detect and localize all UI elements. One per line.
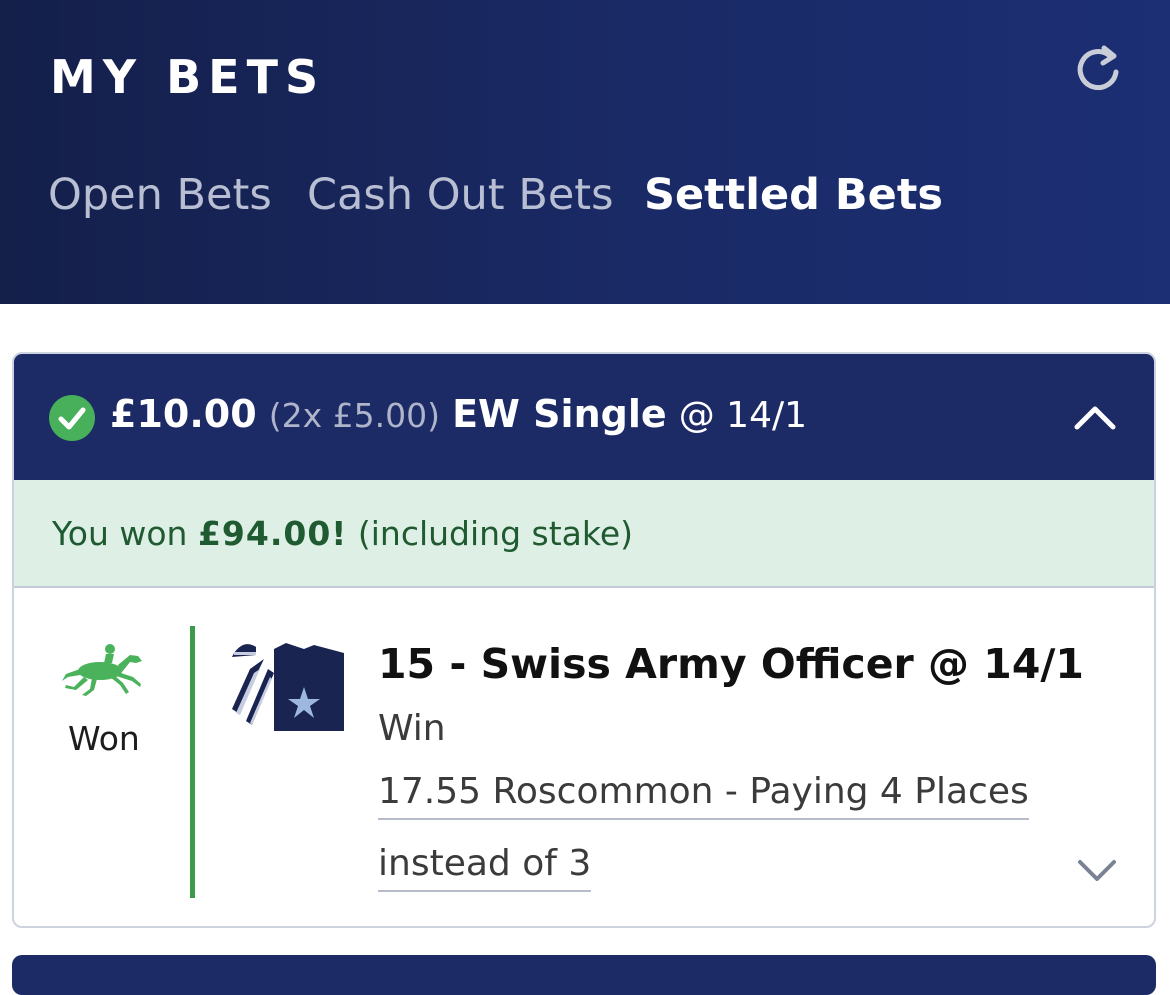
selection-name: 15 - Swiss Army Officer @ 14/1 xyxy=(378,640,1084,688)
bet-type: EW Single xyxy=(452,392,667,436)
won-amount: £94.00! xyxy=(197,514,348,553)
check-circle-icon xyxy=(49,395,95,441)
bet-card-header[interactable]: £10.00 (2x £5.00) EW Single @ 14/1 xyxy=(14,354,1154,480)
racehorse-icon xyxy=(62,644,142,696)
bet-odds: @ 14/1 xyxy=(678,395,808,436)
page-title: MY BETS xyxy=(50,50,326,104)
jockey-silks-icon xyxy=(232,643,344,731)
event-link-line-1[interactable]: 17.55 Roscommon - Paying 4 Places xyxy=(378,770,1029,820)
stake-amount: £10.00 xyxy=(110,392,257,436)
chevron-up-icon[interactable] xyxy=(1072,402,1118,432)
bet-card: £10.00 (2x £5.00) EW Single @ 14/1 You w… xyxy=(12,352,1156,928)
result-label: Won xyxy=(68,719,140,758)
stake-split: (2x £5.00) xyxy=(268,396,440,435)
tab-settled-bets[interactable]: Settled Bets xyxy=(644,170,943,220)
bet-summary: £10.00 (2x £5.00) EW Single @ 14/1 xyxy=(110,392,807,436)
refresh-icon[interactable] xyxy=(1070,42,1126,98)
market-name: Win xyxy=(378,708,446,749)
tab-cash-out-bets[interactable]: Cash Out Bets xyxy=(307,170,614,220)
winnings-text: You won £94.00! (including stake) xyxy=(52,514,633,553)
header: MY BETS Open Bets Cash Out Bets Settled … xyxy=(0,0,1170,304)
chevron-down-icon[interactable] xyxy=(1076,856,1118,884)
won-suffix: (including stake) xyxy=(357,514,633,553)
result-bar xyxy=(190,626,195,898)
next-bet-card[interactable] xyxy=(12,955,1156,995)
event-link-line-2[interactable]: instead of 3 xyxy=(378,842,592,892)
won-prefix: You won xyxy=(52,514,188,553)
tab-open-bets[interactable]: Open Bets xyxy=(48,170,272,220)
winnings-banner: You won £94.00! (including stake) xyxy=(14,480,1154,588)
